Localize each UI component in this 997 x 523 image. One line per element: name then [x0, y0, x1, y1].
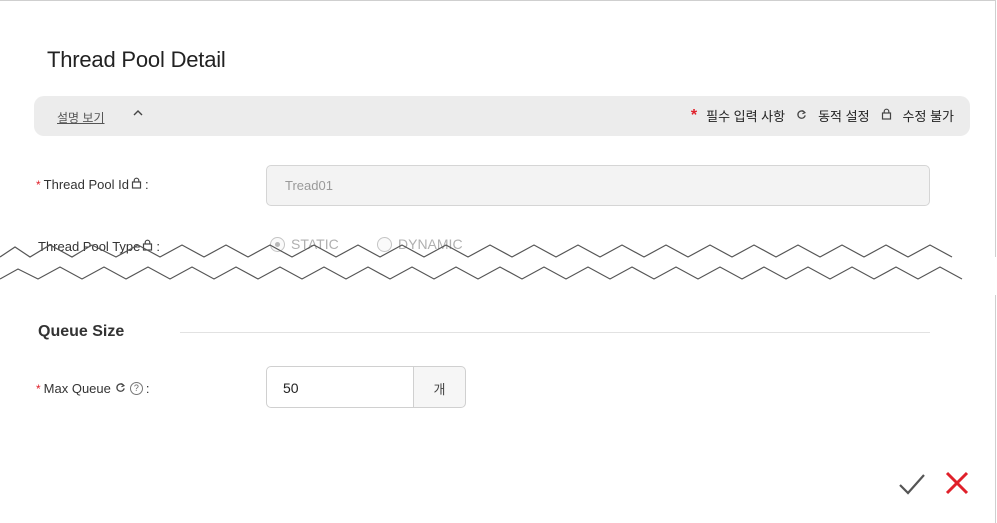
dynamic-legend-label: 동적 설정 [818, 109, 870, 124]
lock-icon [881, 108, 892, 123]
page-title: Thread Pool Detail [47, 47, 226, 72]
close-icon[interactable] [941, 467, 973, 499]
refresh-icon [115, 382, 126, 396]
required-legend-label: 필수 입력 사항 [706, 109, 786, 124]
lock-icon [131, 177, 142, 192]
description-toggle-link[interactable]: 설명 보기 [57, 109, 105, 126]
readonly-legend-label: 수정 불가 [902, 109, 954, 124]
torn-edge-divider [0, 244, 997, 295]
chevron-up-icon[interactable] [132, 107, 144, 122]
help-icon[interactable]: ? [129, 382, 143, 395]
label-colon: : [145, 381, 150, 396]
thread-pool-detail-panel: Thread Pool Detail 설명 보기 * 필수 입력 사항 동적 설… [0, 0, 997, 523]
legend: * 필수 입력 사항 동적 설정 수정 불가 [691, 106, 954, 125]
check-icon[interactable] [895, 467, 929, 501]
max-queue-input[interactable]: 50 [266, 366, 414, 408]
refresh-icon [796, 109, 807, 123]
info-bar: 설명 보기 * 필수 입력 사항 동적 설정 수정 불가 [34, 96, 970, 136]
required-star: * [36, 177, 41, 192]
max-queue-unit: 개 [413, 366, 466, 408]
thread-pool-id-input[interactable]: Tread01 [266, 165, 930, 206]
required-star: * [690, 106, 698, 124]
max-queue-label-text: Max Queue [43, 381, 111, 396]
thread-pool-id-label: * Thread Pool Id : [36, 177, 149, 192]
thread-pool-id-label-text: Thread Pool Id [43, 177, 129, 192]
section-title-queue-size: Queue Size [38, 323, 125, 340]
max-queue-label: * Max Queue ? : [36, 381, 150, 396]
required-star: * [36, 381, 41, 396]
section-divider [180, 332, 930, 333]
label-colon: : [144, 177, 149, 192]
